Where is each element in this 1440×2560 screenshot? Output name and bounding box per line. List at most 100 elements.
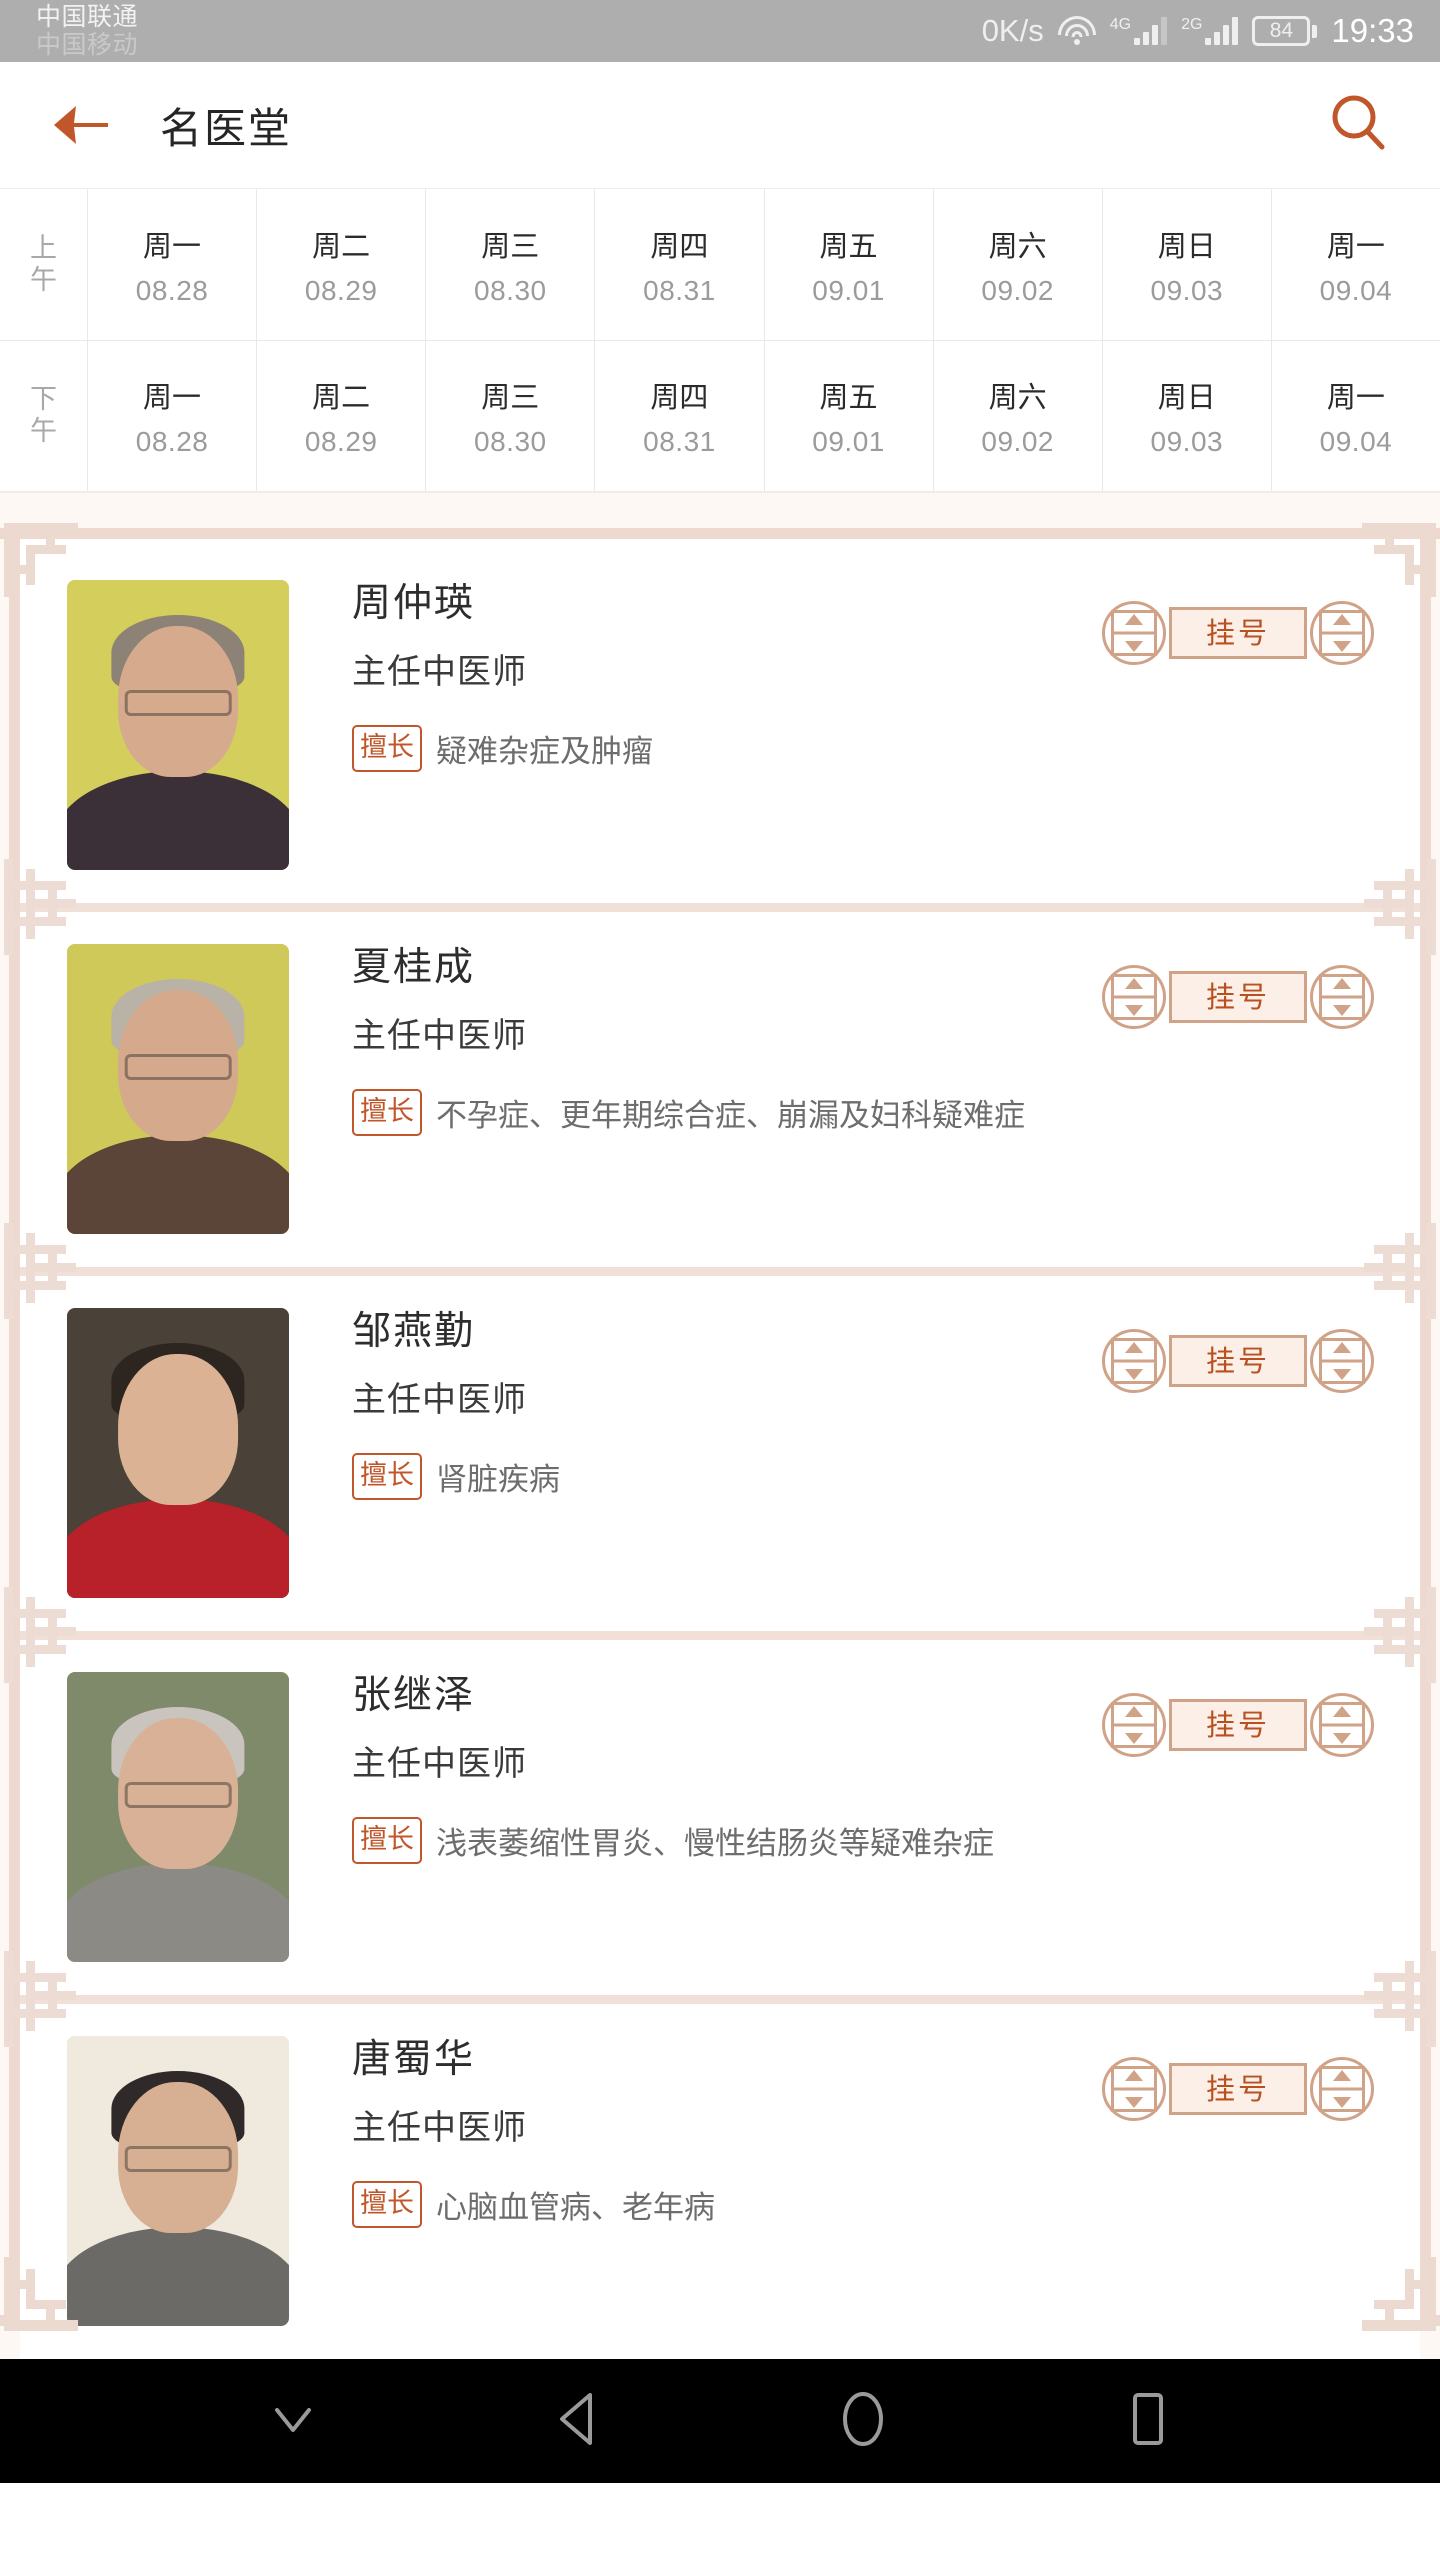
register-button[interactable]: 挂号 — [1102, 1693, 1374, 1757]
schedule-date: 08.31 — [643, 426, 716, 457]
register-button[interactable]: 挂号 — [1102, 2057, 1374, 2121]
schedule-day: 周六 — [988, 380, 1047, 414]
schedule-date: 09.01 — [812, 426, 885, 457]
skill-tag-label: 擅长 — [352, 725, 422, 772]
schedule-cell[interactable]: 周六 09.02 — [934, 341, 1103, 491]
schedule-date: 09.02 — [981, 274, 1054, 306]
schedule-cell[interactable]: 周五 09.01 — [765, 189, 934, 340]
schedule-cell[interactable]: 周三 08.30 — [426, 189, 596, 340]
android-navigation-bar — [0, 2359, 1440, 2483]
search-button[interactable] — [1322, 89, 1394, 161]
sim2-network-label: 2G — [1181, 16, 1203, 33]
schedule-date: 09.03 — [1150, 426, 1224, 457]
carrier-primary: 中国联通 — [36, 3, 139, 31]
doctor-avatar — [67, 1672, 289, 1962]
schedule-date: 08.29 — [304, 274, 378, 306]
doctor-skill-row: 擅长 浅表萎缩性胃炎、慢性结肠炎等疑难杂症 — [352, 1817, 1420, 1864]
schedule-day: 周五 — [819, 380, 878, 414]
schedule-cell[interactable]: 周一 08.28 — [88, 341, 258, 491]
schedule-date: 08.31 — [643, 274, 716, 306]
decorative-top-rule — [0, 528, 1440, 539]
schedule-cell[interactable]: 周五 09.01 — [765, 341, 934, 491]
schedule-day: 周六 — [988, 228, 1047, 263]
schedule-period-label-morning: 上 午 — [0, 189, 88, 340]
back-arrow-icon — [50, 101, 112, 149]
schedule-cell[interactable]: 周六 09.02 — [934, 189, 1103, 340]
schedule-cell[interactable]: 周一 08.28 — [88, 189, 258, 340]
register-button[interactable]: 挂号 — [1102, 965, 1374, 1029]
register-button-label: 挂号 — [1205, 615, 1270, 650]
nav-recents-button[interactable] — [1100, 2373, 1196, 2469]
register-button-box: 挂号 — [1169, 2063, 1307, 2115]
battery-level-label: 84 — [1252, 16, 1311, 46]
nav-back-button[interactable] — [530, 2373, 626, 2469]
schedule-cells-morning: 周一 08.28 周二 08.29 周三 08.30 周四 08.31 周五 0… — [88, 189, 1440, 340]
carrier-labels: 中国联通 中国移动 — [36, 3, 138, 59]
schedule-table: 上 午 周一 08.28 周二 08.29 周三 08.30 周四 08.31 … — [0, 188, 1440, 493]
schedule-cell[interactable]: 周四 08.31 — [595, 341, 765, 491]
back-button[interactable] — [46, 90, 116, 160]
ornament-right-icon — [1310, 1693, 1374, 1757]
schedule-day: 周二 — [312, 228, 371, 263]
doctor-skill-row: 擅长 心脑血管病、老年病 — [352, 2181, 1420, 2228]
ornament-right-icon — [1310, 1329, 1374, 1393]
schedule-cell[interactable]: 周一 09.04 — [1272, 341, 1440, 491]
schedule-day: 周一 — [143, 228, 202, 263]
schedule-day: 周一 — [1326, 380, 1385, 414]
app-header: 名医堂 — [0, 62, 1440, 188]
register-button[interactable]: 挂号 — [1102, 601, 1374, 665]
doctor-skill-text: 浅表萎缩性胃炎、慢性结肠炎等疑难杂症 — [436, 1826, 994, 1862]
ornament-left-icon — [1102, 1693, 1166, 1757]
carrier-secondary: 中国移动 — [36, 31, 139, 59]
schedule-cell[interactable]: 周一 09.04 — [1272, 189, 1440, 340]
schedule-date: 09.02 — [981, 426, 1054, 457]
period-char-2: 午 — [30, 264, 57, 296]
ornament-right-icon — [1310, 601, 1374, 665]
schedule-cell[interactable]: 周日 09.03 — [1103, 189, 1272, 340]
doctor-card[interactable]: 周仲瑛 主任中医师 擅长 疑难杂症及肿瘤 挂号 — [20, 539, 1420, 903]
skill-tag-label: 擅长 — [352, 1453, 422, 1500]
schedule-row-morning: 上 午 周一 08.28 周二 08.29 周三 08.30 周四 08.31 … — [0, 189, 1440, 341]
search-icon — [1327, 92, 1389, 159]
register-button[interactable]: 挂号 — [1102, 1329, 1374, 1393]
status-bar: 中国联通 中国移动 0K/s 4G 2G 84 19:33 — [0, 0, 1440, 62]
schedule-cell[interactable]: 周日 09.03 — [1103, 341, 1272, 491]
nav-home-button[interactable] — [815, 2373, 911, 2469]
ornament-left-icon — [1102, 2057, 1166, 2121]
doctor-skill-text: 不孕症、更年期综合症、崩漏及妇科疑难症 — [436, 1098, 1025, 1134]
doctor-card[interactable]: 夏桂成 主任中医师 擅长 不孕症、更年期综合症、崩漏及妇科疑难症 挂号 — [20, 903, 1420, 1267]
schedule-date: 08.29 — [304, 426, 378, 457]
schedule-date: 09.01 — [812, 274, 885, 306]
doctor-card[interactable]: 张继泽 主任中医师 擅长 浅表萎缩性胃炎、慢性结肠炎等疑难杂症 挂号 — [20, 1631, 1420, 1995]
schedule-cell[interactable]: 周三 08.30 — [426, 341, 596, 491]
schedule-day: 周五 — [819, 228, 878, 263]
register-button-label: 挂号 — [1205, 2071, 1270, 2106]
schedule-cell[interactable]: 周二 08.29 — [257, 341, 427, 491]
schedule-date: 08.28 — [135, 426, 209, 457]
period-char-1: 下 — [30, 384, 57, 416]
decorative-left-rule — [9, 528, 20, 2326]
ornament-right-icon — [1310, 965, 1374, 1029]
schedule-cell[interactable]: 周二 08.29 — [257, 189, 427, 340]
ornament-right-icon — [1310, 2057, 1374, 2121]
network-speed-label: 0K/s — [981, 13, 1044, 48]
doctor-avatar — [67, 2036, 289, 2326]
schedule-cell[interactable]: 周四 08.31 — [595, 189, 765, 340]
doctor-card[interactable]: 唐蜀华 主任中医师 擅长 心脑血管病、老年病 挂号 — [20, 1995, 1420, 2359]
doctor-card[interactable]: 邹燕勤 主任中医师 擅长 肾脏疾病 挂号 — [20, 1267, 1420, 1631]
schedule-day: 周三 — [481, 228, 540, 263]
doctor-skill-row: 擅长 肾脏疾病 — [352, 1453, 1420, 1500]
period-char-2: 午 — [30, 416, 57, 447]
schedule-date: 09.03 — [1150, 274, 1224, 306]
register-button-box: 挂号 — [1169, 607, 1307, 659]
nav-back-triangle-icon — [552, 2391, 604, 2452]
schedule-day: 周一 — [1326, 228, 1385, 263]
ornament-left-icon — [1102, 965, 1166, 1029]
doctor-list-area: 周仲瑛 主任中医师 擅长 疑难杂症及肿瘤 挂号 夏桂成 主任中医师 擅长 不孕症… — [0, 493, 1440, 2359]
schedule-day: 周四 — [650, 228, 709, 263]
battery-icon: 84 — [1252, 16, 1318, 46]
nav-hide-button[interactable] — [245, 2373, 341, 2469]
register-button-label: 挂号 — [1205, 1707, 1270, 1742]
sim1-signal-icon: 4G — [1110, 17, 1168, 45]
schedule-date: 09.04 — [1319, 274, 1393, 306]
